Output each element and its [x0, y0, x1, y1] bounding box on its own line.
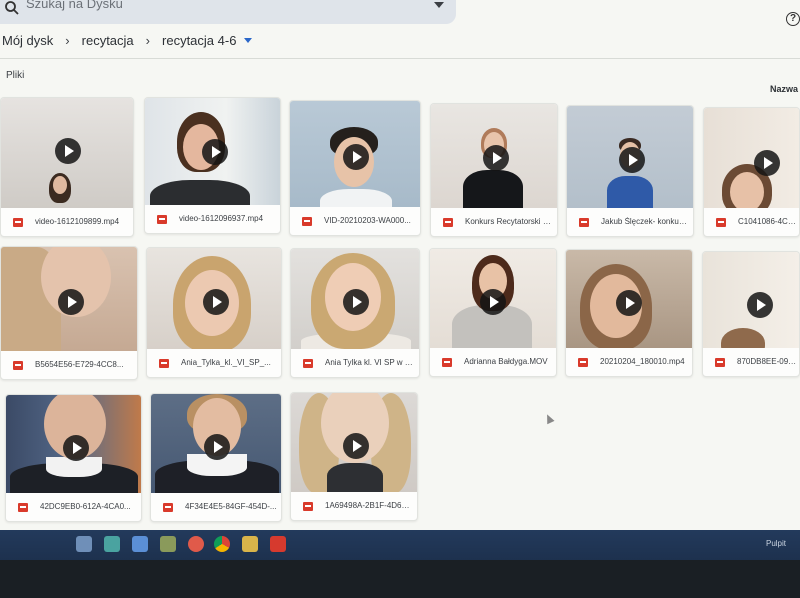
- chevron-right-icon: ›: [65, 32, 70, 48]
- video-file-icon: [163, 503, 173, 512]
- file-name: video-1612096937.mp4: [179, 214, 264, 223]
- file-card[interactable]: Ania_Tylka_kl._VI_SP_...: [146, 247, 282, 378]
- play-icon: [204, 434, 230, 460]
- folder-app-icon[interactable]: [242, 536, 258, 552]
- video-file-icon: [18, 503, 28, 512]
- play-icon: [343, 433, 369, 459]
- file-name: 20210204_180010.mp4: [600, 357, 685, 366]
- play-icon: [343, 144, 369, 170]
- sort-by-name[interactable]: Nazwa: [770, 84, 798, 94]
- launcher-icon[interactable]: [76, 536, 92, 552]
- video-file-icon: [159, 359, 169, 368]
- apple-app-icon[interactable]: [188, 536, 204, 552]
- file-name: video-1612109899.mp4: [35, 217, 120, 226]
- video-file-icon: [157, 215, 167, 224]
- search-options-icon[interactable]: [434, 2, 444, 8]
- pdf-app-icon[interactable]: [270, 536, 286, 552]
- file-card[interactable]: Jakub Ślęczek- konkur...: [566, 105, 694, 237]
- file-name: 4F34E4E5-84GF-454D-...: [185, 502, 277, 511]
- video-file-icon: [442, 358, 452, 367]
- file-name: 42DC9EB0-612A-4CA0...: [40, 502, 131, 511]
- file-card[interactable]: VID-20210203-WA000...: [289, 100, 421, 236]
- breadcrumb-recytacja[interactable]: recytacja: [80, 33, 136, 48]
- video-file-icon: [303, 359, 313, 368]
- file-name: Ania Tylka kl. VI SP w K...: [325, 358, 413, 367]
- breadcrumb-current-folder[interactable]: recytacja 4-6: [160, 33, 238, 48]
- play-icon: [616, 290, 642, 316]
- folder-menu-caret-icon[interactable]: [244, 37, 253, 43]
- play-icon: [58, 289, 84, 315]
- file-card[interactable]: Ania Tylka kl. VI SP w K...: [290, 248, 420, 378]
- paint-app-icon[interactable]: [160, 536, 176, 552]
- video-file-icon: [716, 218, 726, 227]
- video-file-icon: [13, 218, 23, 227]
- files-section-label: Pliki: [6, 70, 25, 81]
- messages-app-icon[interactable]: [104, 536, 120, 552]
- play-icon: [747, 292, 773, 318]
- video-file-icon: [579, 218, 589, 227]
- chevron-right-icon: ›: [145, 32, 151, 48]
- file-name: Konkurs Recytatorski -...: [465, 217, 551, 226]
- file-card[interactable]: B5654E56-E729-4CC8...: [0, 246, 138, 380]
- play-icon: [63, 435, 89, 461]
- file-card[interactable]: video-1612109899.mp4: [0, 97, 134, 237]
- video-file-icon: [715, 358, 725, 367]
- file-card[interactable]: Konkurs Recytatorski -...: [430, 103, 558, 237]
- file-name: 1A69498A-2B1F-4D67...: [325, 501, 411, 510]
- file-card[interactable]: video-1612096937.mp4: [144, 97, 281, 234]
- drive-window: Szukaj na Dysku ? Mój dysk › recytacja ›…: [0, 0, 800, 560]
- file-name: B5654E56-E729-4CC8...: [35, 360, 124, 369]
- play-icon: [754, 150, 780, 176]
- chrome-icon[interactable]: [214, 536, 230, 552]
- file-card[interactable]: C1041086-4C7D-473...: [703, 107, 800, 237]
- mouse-cursor: [543, 412, 555, 425]
- file-card[interactable]: 870DB8EE-096B-4C03...: [702, 251, 800, 377]
- file-card[interactable]: Adrianna Bałdyga.MOV: [429, 248, 557, 377]
- file-card[interactable]: 20210204_180010.mp4: [565, 249, 693, 377]
- file-card[interactable]: 4F34E4E5-84GF-454D-...: [150, 393, 282, 522]
- file-name: 870DB8EE-096B-4C03...: [737, 357, 799, 366]
- breadcrumb-my-drive[interactable]: Mój dysk: [0, 33, 55, 48]
- video-file-icon: [13, 361, 23, 370]
- play-icon: [619, 147, 645, 173]
- play-icon: [480, 289, 506, 315]
- file-card[interactable]: 42DC9EB0-612A-4CA0...: [5, 394, 142, 522]
- video-file-icon: [302, 217, 312, 226]
- video-file-icon: [443, 218, 453, 227]
- breadcrumb: Mój dysk › recytacja › recytacja 4-6: [0, 30, 253, 50]
- file-name: Adrianna Bałdyga.MOV: [464, 357, 548, 366]
- desktop-label[interactable]: Pulpit: [766, 539, 786, 548]
- file-card[interactable]: 1A69498A-2B1F-4D67...: [290, 392, 418, 521]
- file-name: Ania_Tylka_kl._VI_SP_...: [181, 358, 271, 367]
- search-input[interactable]: Szukaj na Dysku: [26, 0, 123, 11]
- play-icon: [55, 138, 81, 164]
- search-bar[interactable]: Szukaj na Dysku: [0, 0, 456, 24]
- files-app-icon[interactable]: [132, 536, 148, 552]
- help-icon[interactable]: ?: [786, 12, 800, 26]
- play-icon: [203, 289, 229, 315]
- file-name: C1041086-4C7D-473...: [738, 217, 799, 226]
- file-name: VID-20210203-WA000...: [324, 216, 411, 225]
- file-name: Jakub Ślęczek- konkur...: [601, 217, 687, 226]
- taskbar: Pulpit: [0, 530, 800, 560]
- header-divider: [0, 58, 800, 59]
- play-icon: [483, 145, 509, 171]
- video-file-icon: [303, 502, 313, 511]
- video-file-icon: [578, 358, 588, 367]
- search-icon: [5, 1, 19, 15]
- play-icon: [343, 289, 369, 315]
- play-icon: [202, 139, 228, 165]
